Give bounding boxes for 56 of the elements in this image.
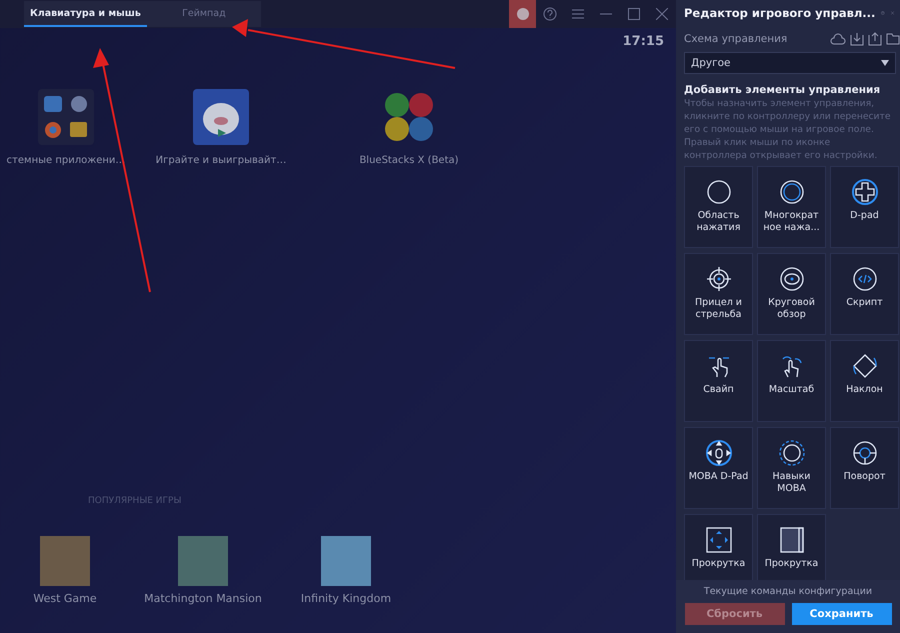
- dot-icon: [516, 8, 528, 20]
- game-label: Infinity Kingdom: [300, 592, 392, 605]
- control-tile[interactable]: MOBA D-Pad: [684, 427, 753, 509]
- import-icon[interactable]: [850, 32, 864, 46]
- game-label: Matchington Mansion: [144, 592, 262, 605]
- control-tile[interactable]: Наклон: [830, 340, 899, 422]
- control-tile[interactable]: D-pad: [830, 166, 899, 248]
- circle-icon: [706, 179, 732, 205]
- edge-scroll-icon: [706, 527, 732, 553]
- moba-dpad-icon: [706, 440, 732, 466]
- caret-icon: [881, 60, 889, 66]
- app-folder-icon[interactable]: [38, 89, 94, 145]
- app-label: BlueStacks X (Beta): [359, 155, 459, 166]
- panel-title: Редактор игрового управл...: [684, 6, 876, 20]
- scheme-label: Схема управления: [684, 33, 788, 45]
- double-circle-icon: [778, 179, 804, 205]
- section-heading: ПОПУЛЯРНЫЕ ИГРЫ: [88, 496, 182, 506]
- hint-text: Чтобы назначить элемент управления, кликните по контроллеру или перенесите его с помощью мыши на игровое поле. Правый клик мыши по иконке контроллера открывает его настройки.: [683, 97, 892, 162]
- game-thumbnail-placeholder[interactable]: [321, 536, 371, 586]
- control-tile[interactable]: Поворот: [830, 427, 899, 509]
- notification-button[interactable]: [509, 0, 536, 28]
- pig-app-icon[interactable]: [193, 89, 249, 145]
- close-icon[interactable]: [656, 8, 668, 20]
- minimize-icon[interactable]: [600, 13, 612, 15]
- game-label: West Game: [33, 592, 97, 605]
- menu-icon[interactable]: [572, 9, 584, 19]
- maximize-icon[interactable]: [628, 8, 640, 20]
- help-icon[interactable]: [543, 7, 557, 21]
- game-thumbnail-placeholder[interactable]: [178, 536, 228, 586]
- game-thumbnail-placeholder[interactable]: [40, 536, 90, 586]
- control-tile[interactable]: Скрипт: [830, 253, 899, 335]
- control-tile[interactable]: Многократ ное нажа...: [757, 166, 826, 248]
- eye-icon: [778, 266, 804, 292]
- control-tile[interactable]: Прицел и стрельба: [684, 253, 753, 335]
- control-tile[interactable]: Масштаб: [757, 340, 826, 422]
- control-tile[interactable]: Прокрутка: [684, 514, 753, 580]
- control-tile[interactable]: Свайп: [684, 340, 753, 422]
- control-tile[interactable]: Прокрутка: [757, 514, 826, 580]
- crosshair-icon: [706, 266, 732, 292]
- code-icon: [852, 266, 878, 292]
- export-icon[interactable]: [868, 32, 882, 46]
- control-tile[interactable]: Область нажатия: [684, 166, 753, 248]
- scroll-screen-icon: [778, 527, 804, 553]
- scheme-dropdown[interactable]: Другое: [684, 52, 896, 74]
- folder-icon[interactable]: [886, 33, 900, 45]
- clock: 17:15: [622, 34, 664, 49]
- tab[interactable]: Клавиатура и мышь: [24, 1, 147, 27]
- cloud-icon[interactable]: [830, 32, 846, 46]
- footer-label: Текущие команды конфигурации: [704, 586, 872, 597]
- dpad-icon: [852, 179, 878, 205]
- control-tile[interactable]: Навыки MOBA: [757, 427, 826, 509]
- section-heading: Добавить элементы управления: [683, 83, 882, 96]
- control-tile[interactable]: Круговой обзор: [757, 253, 826, 335]
- ring-icon: [778, 440, 804, 466]
- rotate-circle-icon: [852, 440, 878, 466]
- app-label: Играйте и выигрывайт…: [156, 155, 286, 166]
